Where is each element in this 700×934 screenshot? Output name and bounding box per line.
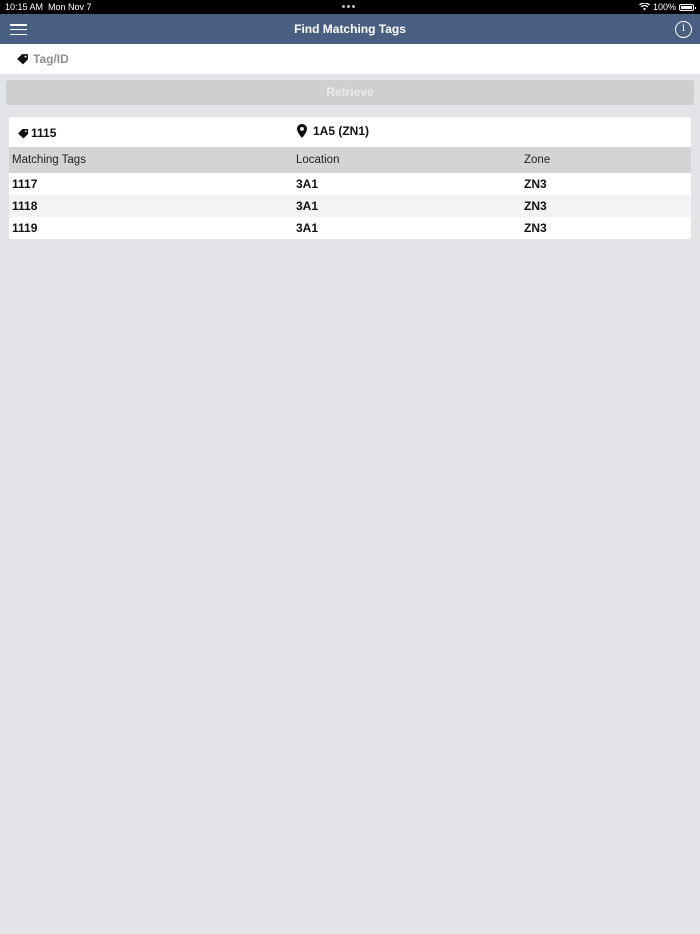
retrieve-button[interactable]: Retrieve — [6, 80, 694, 105]
info-icon[interactable]: i — [675, 21, 692, 38]
row-tag: 1119 — [12, 221, 38, 235]
row-location: 3A1 — [296, 199, 319, 213]
table-row[interactable]: 1118 3A1 ZN3 — [9, 195, 691, 217]
table-header: Matching Tags Location Zone — [9, 147, 691, 173]
map-pin-icon — [297, 124, 307, 138]
status-bar: 10:15 AM Mon Nov 7 100% — [0, 0, 700, 14]
row-zone: ZN3 — [524, 221, 547, 235]
selected-location: 1A5 (ZN1) — [297, 124, 369, 138]
selected-tag: 1115 — [17, 126, 56, 140]
row-tag: 1118 — [12, 199, 38, 213]
wifi-icon — [639, 3, 650, 11]
column-header-location: Location — [296, 154, 340, 166]
table-row[interactable]: 1117 3A1 ZN3 — [9, 173, 691, 195]
row-zone: ZN3 — [524, 199, 547, 213]
status-right: 100% — [639, 2, 696, 12]
table-row[interactable]: 1119 3A1 ZN3 — [9, 217, 691, 239]
page-title: Find Matching Tags — [294, 22, 406, 36]
tag-search-bar — [0, 44, 700, 74]
tag-id-input[interactable] — [33, 50, 673, 68]
result-header: 1115 1A5 (ZN1) — [9, 117, 691, 147]
result-card: 1115 1A5 (ZN1) Matching Tags Location Zo… — [9, 117, 691, 239]
multitasking-dots-icon[interactable] — [342, 5, 355, 8]
battery-icon — [679, 3, 696, 11]
column-header-zone: Zone — [524, 154, 551, 166]
status-date: Mon Nov 7 — [48, 2, 92, 12]
column-header-matching-tags: Matching Tags — [12, 154, 86, 166]
row-location: 3A1 — [296, 177, 319, 191]
navigation-bar: Find Matching Tags i — [0, 14, 700, 44]
row-location: 3A1 — [296, 221, 319, 235]
tag-icon — [17, 54, 28, 65]
selected-location-value: 1A5 (ZN1) — [313, 124, 370, 138]
row-tag: 1117 — [12, 177, 38, 191]
row-zone: ZN3 — [524, 177, 547, 191]
status-time: 10:15 AM — [5, 2, 44, 12]
tag-icon — [18, 128, 28, 138]
selected-tag-value: 1115 — [31, 126, 57, 140]
battery-percent: 100% — [652, 2, 676, 12]
